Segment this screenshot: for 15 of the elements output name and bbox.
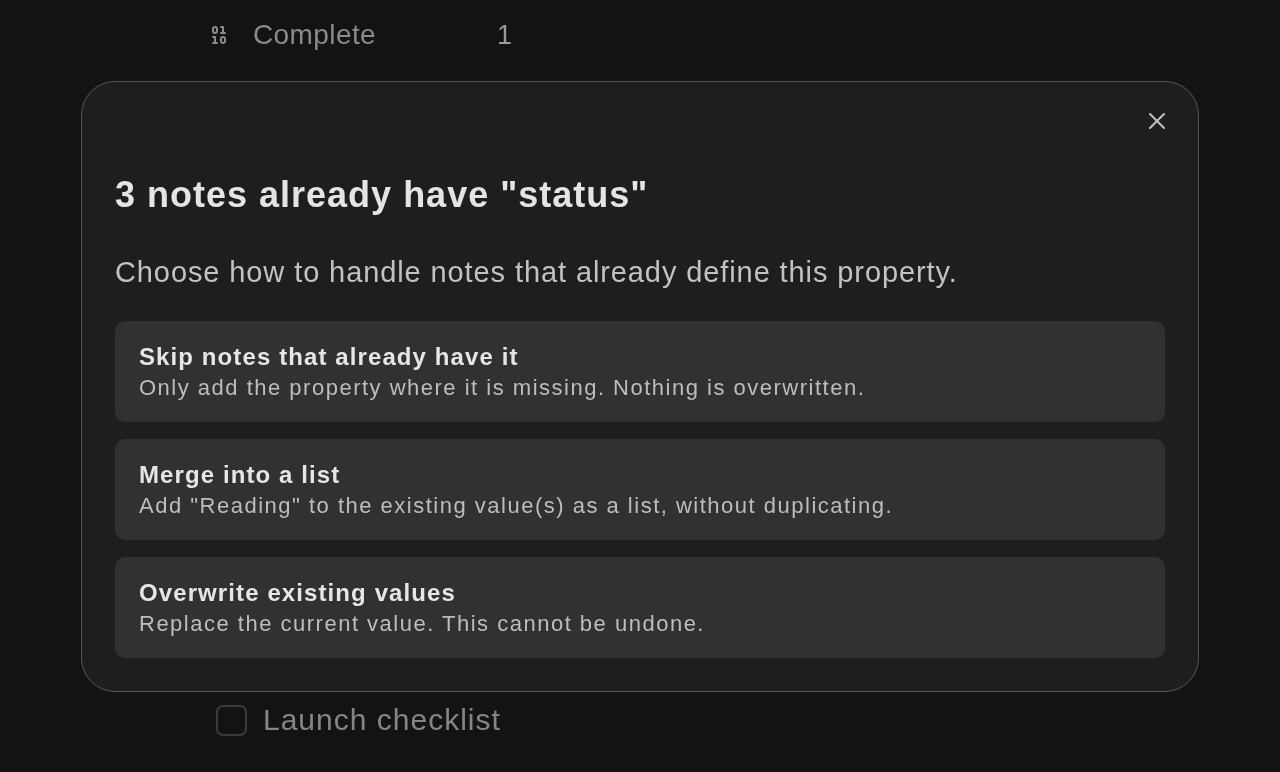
option-title: Overwrite existing values [139, 578, 456, 607]
option-title: Skip notes that already have it [139, 342, 519, 371]
option-title: Merge into a list [139, 460, 341, 489]
option-description: Only add the property where it is missing. Nothing is overwritten. [139, 375, 866, 401]
dialog-title: 3 notes already have "status" [115, 174, 650, 215]
option-description: Add "Reading" to the existing value(s) as a list, without duplicating. [139, 493, 894, 519]
task-checkbox[interactable] [216, 704, 247, 736]
option-description: Replace the current value. This cannot be undone. [139, 611, 705, 637]
task-label: Launch checklist [263, 703, 501, 737]
option-button[interactable]: Skip notes that already have it Only add the property where it is missing. Nothing is overwritten. [115, 321, 1165, 422]
option-button[interactable]: Merge into a list Add "Reading" to the existing value(s) as a list, without duplicating. [115, 439, 1165, 540]
option-button[interactable]: Overwrite existing values Replace the current value. This cannot be undone. [115, 557, 1165, 658]
dialog-description: Choose how to handle notes that already define this property. [115, 256, 959, 288]
property-name: Complete [253, 19, 378, 51]
property-value: 1 [497, 19, 513, 51]
